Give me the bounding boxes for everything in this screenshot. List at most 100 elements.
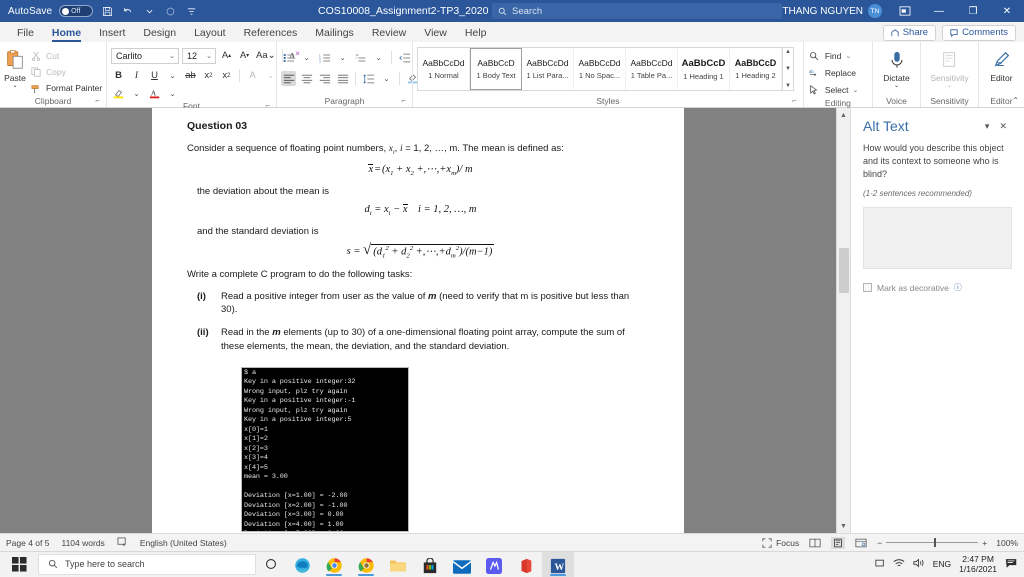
- zoom-track[interactable]: [886, 538, 979, 547]
- dictate-chevron-icon[interactable]: ⌄: [894, 83, 899, 89]
- style-list-paragraph[interactable]: AaBbCcDd 1 List Para...: [522, 48, 574, 90]
- document-page[interactable]: Question 03 Consider a sequence of float…: [152, 108, 684, 533]
- style-heading-1[interactable]: AaBbCcD 1 Heading 1: [678, 48, 730, 90]
- zoom-level[interactable]: 100%: [996, 538, 1018, 548]
- account-info[interactable]: THANG NGUYEN TN: [782, 4, 888, 18]
- tab-references[interactable]: References: [235, 25, 307, 42]
- taskbar-app-m[interactable]: [478, 552, 510, 577]
- minimize-button[interactable]: —: [922, 0, 956, 22]
- justify-button[interactable]: [335, 71, 350, 86]
- sensitivity-button[interactable]: Sensitivity ⌄: [925, 46, 974, 89]
- tray-expand-icon[interactable]: [875, 559, 885, 570]
- styles-scroll-up-icon[interactable]: ▲: [785, 49, 791, 55]
- autosave-toggle[interactable]: Off: [59, 5, 94, 17]
- clock[interactable]: 2:47 PM 1/16/2021: [959, 554, 997, 574]
- line-spacing-button[interactable]: [361, 71, 376, 86]
- comments-button[interactable]: Comments: [942, 25, 1016, 41]
- action-center-icon[interactable]: [1005, 557, 1018, 571]
- zoom-thumb[interactable]: [934, 538, 937, 547]
- style-heading-2[interactable]: AaBbCcD 1 Heading 2: [730, 48, 782, 90]
- grow-font-button[interactable]: A ▴: [219, 48, 234, 63]
- taskbar-app-word[interactable]: W: [542, 551, 574, 577]
- volume-icon[interactable]: [913, 558, 925, 570]
- taskbar-app-chrome-beta[interactable]: [350, 552, 382, 577]
- tab-insert[interactable]: Insert: [90, 25, 134, 42]
- find-button[interactable]: Find ⌄: [808, 49, 859, 63]
- undo-dropdown-icon[interactable]: [142, 4, 156, 18]
- decrease-indent-button[interactable]: [397, 50, 412, 65]
- clipboard-dialog-launcher[interactable]: ⌐: [95, 95, 100, 107]
- text-effects-button[interactable]: A: [245, 68, 260, 83]
- underline-dropdown-icon[interactable]: ⌄: [165, 68, 180, 83]
- align-left-button[interactable]: [281, 71, 296, 86]
- zoom-slider[interactable]: − +: [877, 538, 987, 548]
- highlight-dropdown-icon[interactable]: ⌄: [129, 86, 144, 101]
- ribbon-search-box[interactable]: Search: [492, 3, 782, 19]
- qat-customize-icon[interactable]: [184, 4, 198, 18]
- find-dropdown-icon[interactable]: ⌄: [845, 52, 851, 60]
- web-layout-button[interactable]: [854, 537, 868, 549]
- close-button[interactable]: ✕: [990, 0, 1024, 22]
- styles-scroll-controls[interactable]: ▲ ▼ ▼: [782, 48, 793, 90]
- chevron-down-icon[interactable]: ▾: [980, 121, 995, 132]
- format-painter-button[interactable]: Format Painter: [29, 81, 102, 95]
- align-right-button[interactable]: [317, 71, 332, 86]
- tab-file[interactable]: File: [8, 25, 43, 42]
- paste-chevron-icon[interactable]: ⌄: [12, 83, 17, 89]
- select-dropdown-icon[interactable]: ⌄: [852, 86, 858, 94]
- bullets-dropdown-icon[interactable]: ⌄: [299, 50, 314, 65]
- editor-button[interactable]: Editor: [983, 46, 1020, 83]
- tab-view[interactable]: View: [415, 25, 456, 42]
- console-output-image[interactable]: $ a Key in a positive integer:32 Wrong i…: [241, 366, 409, 532]
- font-color-dropdown-icon[interactable]: ⌄: [165, 86, 180, 101]
- mark-as-decorative-checkbox[interactable]: [863, 283, 872, 293]
- style-table-paragraph[interactable]: AaBbCcDd 1 Table Pa...: [626, 48, 678, 90]
- zoom-in-button[interactable]: +: [982, 538, 987, 548]
- scroll-up-icon[interactable]: ▲: [837, 108, 850, 122]
- text-highlight-color-button[interactable]: [111, 86, 126, 101]
- page-indicator[interactable]: Page 4 of 5: [6, 538, 49, 548]
- start-button[interactable]: [0, 556, 38, 572]
- taskbar-app-chrome[interactable]: [318, 552, 350, 577]
- cut-button[interactable]: Cut: [29, 49, 102, 63]
- print-layout-button[interactable]: [831, 536, 846, 549]
- replace-button[interactable]: ab Replace: [808, 66, 859, 80]
- info-icon[interactable]: ⓘ: [954, 282, 962, 293]
- alt-text-input[interactable]: [863, 207, 1012, 270]
- taskbar-app-mail[interactable]: [446, 552, 478, 577]
- shrink-font-button[interactable]: A ▾: [237, 48, 252, 63]
- share-button[interactable]: Share: [882, 25, 937, 41]
- mark-as-decorative-row[interactable]: Mark as decorative ⓘ: [863, 282, 1012, 293]
- tab-design[interactable]: Design: [134, 25, 185, 42]
- scroll-down-icon[interactable]: ▼: [837, 519, 850, 533]
- change-case-button[interactable]: Aa ⌄: [255, 48, 277, 63]
- tab-mailings[interactable]: Mailings: [306, 25, 363, 42]
- tab-layout[interactable]: Layout: [185, 25, 235, 42]
- paste-button[interactable]: Paste ⌄: [4, 46, 26, 89]
- undo-icon[interactable]: [121, 4, 135, 18]
- select-button[interactable]: Select ⌄: [808, 83, 858, 97]
- font-size-select[interactable]: 12 ⌄: [182, 47, 216, 64]
- align-center-button[interactable]: [299, 71, 314, 86]
- save-icon[interactable]: [100, 4, 114, 18]
- bullets-button[interactable]: [281, 50, 296, 65]
- redo-icon[interactable]: [163, 4, 177, 18]
- tab-help[interactable]: Help: [456, 25, 496, 42]
- subscript-button[interactable]: x2: [201, 68, 216, 83]
- language-indicator[interactable]: English (United States): [140, 538, 227, 548]
- focus-button[interactable]: Focus: [762, 538, 799, 548]
- scrollbar-thumb[interactable]: [838, 248, 849, 293]
- read-mode-button[interactable]: [808, 537, 822, 549]
- numbering-button[interactable]: 123: [317, 50, 332, 65]
- collapse-ribbon-button[interactable]: ⌃: [1012, 96, 1019, 105]
- zoom-out-button[interactable]: −: [877, 538, 882, 548]
- style-no-spacing[interactable]: AaBbCcDd 1 No Spac...: [574, 48, 626, 90]
- font-color-button[interactable]: A: [147, 86, 162, 101]
- tab-home[interactable]: Home: [43, 25, 90, 42]
- italic-button[interactable]: I: [129, 68, 144, 83]
- taskbar-app-file-explorer[interactable]: [382, 552, 414, 577]
- styles-scroll-down-icon[interactable]: ▼: [785, 66, 791, 72]
- paragraph-dialog-launcher[interactable]: ⌐: [401, 95, 406, 107]
- multilevel-list-button[interactable]: [353, 50, 368, 65]
- document-vertical-scrollbar[interactable]: ▲ ▼: [836, 108, 850, 533]
